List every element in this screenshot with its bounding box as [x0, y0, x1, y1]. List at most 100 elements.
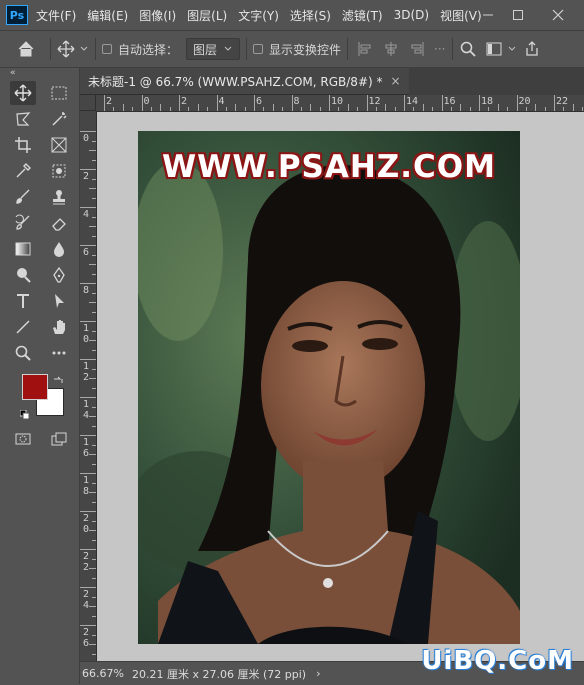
line-tool-icon[interactable] — [10, 315, 36, 339]
options-divider — [246, 38, 248, 60]
ruler-minor-tick — [422, 104, 424, 111]
document-tab[interactable]: 未标题-1 @ 66.7% (WWW.PSAHZ.COM, RGB/8#) * … — [80, 68, 409, 95]
ruler-label: 22 — [83, 551, 90, 573]
eyedropper-tool-icon[interactable] — [10, 159, 36, 183]
object-selection-icon[interactable] — [46, 159, 72, 183]
options-divider — [347, 38, 349, 60]
home-icon[interactable] — [8, 40, 44, 58]
ruler-label: 12 — [368, 96, 381, 107]
options-divider — [95, 38, 96, 60]
ruler-minor-tick — [563, 107, 565, 111]
edit-toolbar-icon[interactable] — [46, 341, 72, 365]
move-tool-preset[interactable] — [57, 40, 89, 58]
close-tab-icon[interactable]: × — [391, 74, 401, 88]
ruler-minor-tick — [122, 104, 124, 111]
align-right-icon[interactable] — [408, 40, 426, 58]
status-menu-arrow[interactable]: › — [316, 667, 320, 680]
ruler-label: 4 — [83, 209, 90, 220]
ruler-label: 14 — [406, 96, 419, 107]
show-transform-checkbox[interactable] — [253, 44, 264, 54]
ruler-tick — [254, 95, 255, 111]
tools-panel: « — [0, 68, 80, 684]
ruler-minor-tick — [89, 606, 96, 607]
ruler-label: 24 — [83, 589, 90, 611]
ruler-label: 18 — [481, 96, 494, 107]
workspace-icon[interactable] — [485, 40, 505, 58]
ruler-minor-tick — [375, 107, 377, 111]
quick-mask-icon[interactable] — [10, 427, 36, 451]
zoom-tool-icon[interactable] — [10, 341, 36, 365]
magic-wand-tool-icon[interactable] — [46, 107, 72, 131]
frame-tool-icon[interactable] — [46, 133, 72, 157]
history-brush-icon[interactable] — [10, 211, 36, 235]
move-tool-icon[interactable] — [10, 81, 36, 105]
ruler-tick — [404, 95, 405, 111]
chevron-down-icon[interactable] — [507, 44, 517, 54]
maximize-icon[interactable] — [500, 0, 536, 30]
menu-image[interactable]: 图像(I) — [139, 7, 176, 24]
lasso-tool-icon[interactable] — [10, 107, 36, 131]
ruler-minor-tick — [197, 104, 199, 111]
ruler-minor-tick — [92, 197, 96, 199]
close-window-icon[interactable] — [540, 0, 576, 30]
ruler-minor-tick — [92, 634, 96, 636]
brush-tool-icon[interactable] — [10, 185, 36, 209]
crop-tool-icon[interactable] — [10, 133, 36, 157]
more-options-icon[interactable]: ··· — [434, 42, 445, 56]
options-bar: 自动选择： 图层 显示变换控件 ··· — [0, 31, 584, 68]
default-colors-icon[interactable] — [20, 410, 30, 420]
menu-file[interactable]: 文件(F) — [36, 7, 76, 24]
gradient-tool-icon[interactable] — [10, 237, 36, 261]
collapse-panel-icon[interactable]: « — [0, 68, 79, 80]
image-text-layer[interactable]: WWW.PSAHZ.COM — [138, 149, 520, 185]
ruler-minor-tick — [488, 107, 490, 111]
canvas-area[interactable]: WWW.PSAHZ.COM — [97, 112, 584, 661]
ruler-label: 10 — [83, 323, 90, 345]
ruler-tick — [104, 95, 105, 111]
ruler-minor-tick — [272, 104, 274, 111]
ruler-minor-tick — [525, 107, 527, 111]
ruler-tick — [80, 359, 96, 360]
stamp-tool-icon[interactable] — [46, 185, 72, 209]
document-image[interactable]: WWW.PSAHZ.COM — [138, 131, 520, 644]
ruler-minor-tick — [385, 104, 387, 111]
zoom-level[interactable]: 66.67% — [82, 667, 128, 680]
auto-select-target-dropdown[interactable]: 图层 — [186, 38, 241, 60]
type-tool-icon[interactable] — [10, 289, 36, 313]
menu-layer[interactable]: 图层(L) — [187, 7, 227, 24]
ruler-minor-tick — [89, 226, 96, 227]
ruler-tick — [80, 397, 96, 398]
ruler-tick — [80, 587, 96, 588]
menu-3d[interactable]: 3D(D) — [394, 8, 429, 22]
color-swatches — [0, 374, 79, 422]
eraser-tool-icon[interactable] — [46, 211, 72, 235]
foreground-color-swatch[interactable] — [22, 374, 48, 400]
search-icon[interactable] — [459, 40, 477, 58]
dodge-tool-icon[interactable] — [10, 263, 36, 287]
swap-colors-icon[interactable] — [53, 376, 63, 386]
share-icon[interactable] — [523, 40, 541, 58]
ruler-minor-tick — [92, 349, 96, 351]
align-left-icon[interactable] — [356, 40, 374, 58]
horizontal-ruler[interactable]: 2 0 2 4 6 8 10 12 14 16 18 20 22 — [96, 95, 584, 112]
screen-mode-icon[interactable] — [46, 427, 72, 451]
ruler-tick — [80, 321, 96, 322]
menu-select[interactable]: 选择(S) — [290, 7, 331, 24]
blur-tool-icon[interactable] — [46, 237, 72, 261]
align-center-icon[interactable] — [382, 40, 400, 58]
vertical-ruler[interactable]: 02468101214161820222426 — [80, 111, 97, 661]
pen-tool-icon[interactable] — [46, 263, 72, 287]
menu-edit[interactable]: 编辑(E) — [87, 7, 128, 24]
ruler-tick — [141, 95, 143, 111]
menu-type[interactable]: 文字(Y) — [238, 7, 279, 24]
photoshop-logo: Ps — [6, 5, 28, 25]
hand-tool-icon[interactable] — [46, 315, 72, 339]
ruler-label: 18 — [83, 475, 90, 497]
ruler-minor-tick — [357, 107, 359, 111]
menu-filter[interactable]: 滤镜(T) — [342, 7, 383, 24]
ruler-origin[interactable] — [80, 95, 96, 111]
auto-select-checkbox[interactable] — [102, 44, 112, 54]
ruler-minor-tick — [89, 416, 96, 417]
path-selection-icon[interactable] — [46, 289, 72, 313]
marquee-tool-icon[interactable] — [46, 81, 72, 105]
